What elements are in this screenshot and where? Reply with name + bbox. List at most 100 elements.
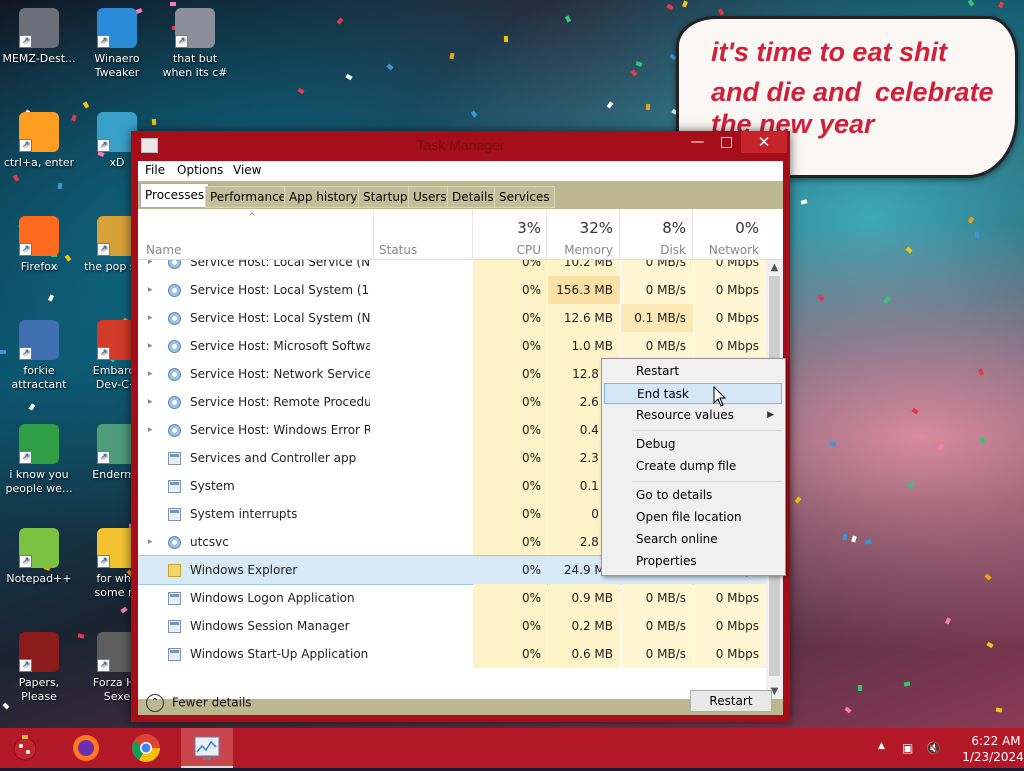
expand-chevron-icon[interactable]: ▸ [148, 260, 153, 276]
fewer-details-button[interactable]: ⌃ Fewer details [146, 694, 252, 712]
column-cpu[interactable]: CPU [473, 243, 541, 257]
ctx-item-search-online[interactable]: Search online [604, 529, 782, 550]
tab-services[interactable]: Services [494, 186, 555, 208]
title-bar[interactable]: Task Manager — □ ✕ [131, 131, 790, 161]
expand-chevron-icon[interactable]: ▸ [148, 304, 153, 332]
process-network: 0 Mbps [715, 591, 759, 605]
ctx-item-label: Resource values [636, 408, 734, 422]
tab-processes[interactable]: Processes [140, 183, 210, 208]
desktop-icon[interactable]: ↗ i know you people we... [2, 424, 76, 496]
ctx-item-create-dump-file[interactable]: Create dump file [604, 456, 782, 477]
taskbar-firefox[interactable] [60, 728, 112, 768]
expand-chevron-icon[interactable]: ▸ [148, 276, 153, 304]
column-name[interactable]: Name [146, 243, 181, 257]
app-icon: ↗ [19, 424, 59, 464]
process-row[interactable]: ▸ Service Host: Local System (18) 0% 156.3 … [138, 276, 766, 304]
start-button[interactable] [0, 728, 52, 768]
menu-file[interactable]: File [145, 163, 165, 177]
column-memory[interactable]: Memory [547, 243, 613, 257]
column-status[interactable]: Status [379, 243, 417, 257]
process-cpu: 0% [521, 395, 541, 409]
tab-startup[interactable]: Startup [358, 186, 413, 208]
desktop-icon[interactable]: ↗ ctrl+a, enter [2, 112, 76, 170]
tab-details[interactable]: Details [447, 186, 499, 208]
expand-chevron-icon[interactable]: ▸ [148, 332, 153, 360]
minimize-icon[interactable]: — [683, 131, 712, 153]
ctx-item-label: Open file location [636, 510, 742, 524]
tab-users[interactable]: Users [408, 186, 452, 208]
process-row[interactable]: Windows Start-Up Application 0% 0.6 MB 0 MB… [138, 640, 766, 668]
desktop-icon[interactable]: ↗ Papers, Please [2, 632, 76, 704]
shortcut-arrow-icon: ↗ [19, 35, 32, 48]
process-name: System [190, 479, 235, 493]
expand-chevron-icon[interactable]: ▸ [148, 416, 153, 444]
cpu-percent: 3% [517, 219, 541, 237]
meme-line-1: it's time to eat shit [711, 37, 947, 67]
confetti-piece [645, 103, 651, 111]
tab-performance[interactable]: Performance [205, 186, 292, 208]
ctx-item-open-file-location[interactable]: Open file location [604, 507, 782, 528]
desktop-icon-label: i know you people we... [5, 468, 73, 495]
tab-app-history[interactable]: App history [284, 186, 363, 208]
desktop-icon[interactable]: ↗ that but when its c# [158, 8, 232, 80]
confetti-piece [666, 3, 674, 11]
process-row[interactable]: Windows Session Manager 0% 0.2 MB 0 MB/s 0 M… [138, 612, 766, 640]
ctx-item-restart[interactable]: Restart [604, 361, 782, 382]
ctx-item-properties[interactable]: Properties [604, 551, 782, 572]
show-hidden-icons-icon[interactable]: ▲ [878, 741, 885, 751]
shortcut-arrow-icon: ↗ [19, 243, 32, 256]
ctx-item-end-task[interactable]: End task [604, 383, 782, 404]
volume-muted-icon[interactable]: 🔇 [926, 741, 941, 755]
ctx-item-go-to-details[interactable]: Go to details [604, 485, 782, 506]
restart-button[interactable]: Restart [690, 690, 772, 712]
process-memory: 0.9 MB [571, 591, 613, 605]
menu-view[interactable]: View [233, 163, 261, 177]
task-manager-icon [194, 736, 220, 760]
confetti-piece [842, 533, 848, 541]
process-row[interactable]: Windows Logon Application 0% 0.9 MB 0 MB/s 0… [138, 584, 766, 612]
chevron-up-icon: ⌃ [146, 694, 164, 712]
ctx-item-debug[interactable]: Debug [604, 434, 782, 455]
confetti-piece [28, 403, 36, 411]
desktop-icon[interactable]: ↗ Winaero Tweaker [80, 8, 154, 80]
column-network[interactable]: Network [693, 243, 759, 257]
submenu-arrow-icon: ▶ [767, 410, 774, 420]
desktop-icon[interactable]: ↗ forkie attractant [2, 320, 76, 392]
process-name: Service Host: Local System (18) [190, 283, 370, 297]
desktop-icon-label: that but when its c# [162, 52, 228, 79]
process-name: Windows Start-Up Application [190, 647, 369, 661]
menu-separator [632, 430, 782, 431]
column-disk[interactable]: Disk [620, 243, 686, 257]
service-gear-icon [168, 260, 181, 269]
network-icon[interactable]: ▣ [902, 741, 913, 755]
maximize-icon[interactable]: □ [712, 131, 741, 153]
service-gear-icon [168, 284, 181, 297]
expand-chevron-icon[interactable]: ▸ [148, 360, 153, 388]
scroll-up-icon[interactable]: ▲ [766, 262, 783, 273]
expand-chevron-icon[interactable]: ▸ [148, 528, 153, 556]
meme-line-3: celebrate [875, 77, 994, 107]
process-row[interactable]: ▸ Service Host: Microsoft Softwar... 0% 1.0… [138, 332, 766, 360]
shortcut-arrow-icon: ↗ [97, 659, 110, 672]
clock-date[interactable]: 1/23/2024 [959, 750, 1024, 764]
process-row[interactable]: ▸ Service Host: Local Service (No ... 0% 10… [138, 260, 766, 276]
close-icon[interactable]: ✕ [741, 131, 787, 153]
process-name: Service Host: Microsoft Softwar... [190, 339, 370, 353]
explorer-folder-icon [168, 564, 181, 577]
confetti-piece [978, 368, 984, 376]
desktop-icon[interactable]: ↗ Notepad++ [2, 528, 76, 586]
taskbar-task-manager[interactable] [181, 728, 233, 768]
ctx-item-resource-values[interactable]: Resource values ▶ [604, 405, 782, 426]
expand-chevron-icon[interactable]: ▸ [148, 388, 153, 416]
confetti-piece [606, 101, 614, 109]
app-icon: ↗ [97, 8, 137, 48]
desktop-icon[interactable]: ↗ Firefox [2, 216, 76, 274]
menu-options[interactable]: Options [177, 163, 223, 177]
desktop-icon[interactable]: ↗ MEMZ-Dest... [2, 8, 76, 66]
clock-time[interactable]: 6:22 AM [966, 734, 1024, 748]
confetti-piece [470, 110, 478, 118]
desktop-icon-label: Firefox [20, 260, 58, 273]
taskbar-chrome[interactable] [120, 728, 172, 768]
process-row[interactable]: ▸ Service Host: Local System (Net... 0% 12.… [138, 304, 766, 332]
confetti-piece [169, 1, 177, 7]
